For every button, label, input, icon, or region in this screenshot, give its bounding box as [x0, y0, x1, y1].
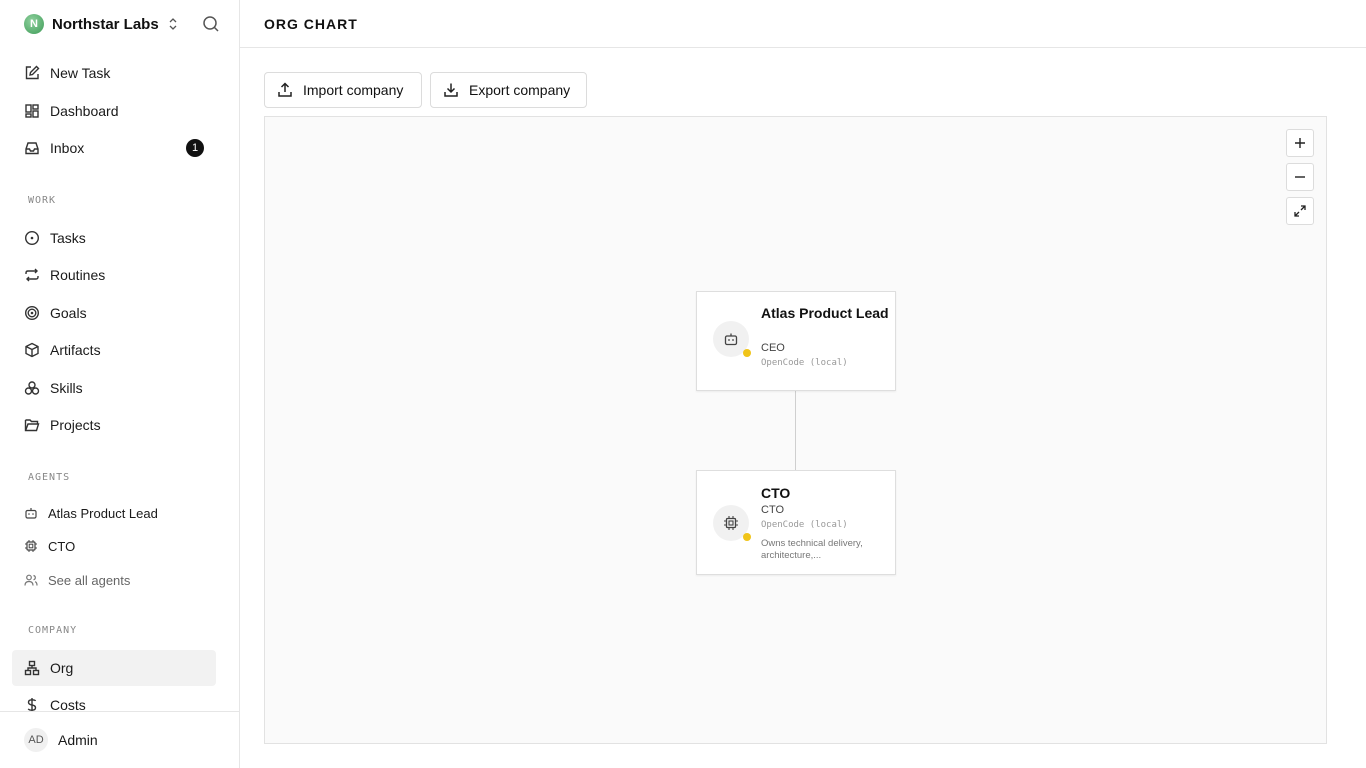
section-label-agents: AGENTS: [28, 472, 71, 483]
repeat-icon: [24, 267, 40, 283]
nav-label: Dashboard: [50, 103, 119, 119]
org-node-cto[interactable]: CTO CTO OpenCode (local) Owns technical …: [696, 470, 896, 575]
circle-dot-icon: [24, 230, 40, 246]
edit-icon: [24, 65, 40, 81]
nav-label: Routines: [50, 267, 106, 283]
nav-artifacts[interactable]: Artifacts: [12, 332, 216, 368]
chevron-up-down-icon: [169, 18, 177, 30]
nav-label: Tasks: [50, 230, 86, 246]
target-icon: [24, 305, 40, 321]
node-role: CEO: [761, 342, 785, 354]
import-company-label: Import company: [303, 82, 404, 98]
inbox-icon: [24, 140, 40, 156]
nav-label: Projects: [50, 417, 101, 433]
agent-avatar: [713, 505, 751, 541]
nav-label: Org: [50, 660, 74, 676]
company-name: Northstar Labs: [52, 15, 159, 33]
inbox-count-badge: 1: [186, 139, 204, 157]
user-menu[interactable]: AD Admin: [0, 711, 239, 768]
agent-atlas-product-lead[interactable]: Atlas Product Lead: [12, 498, 216, 528]
expand-icon: [1294, 205, 1306, 217]
status-dot: [743, 533, 751, 541]
plus-icon: [1295, 138, 1305, 148]
org-node-atlas-product-lead[interactable]: Atlas Product Lead CEO OpenCode (local): [696, 291, 896, 391]
nav-skills[interactable]: Skills: [12, 370, 216, 406]
upload-icon: [278, 82, 292, 97]
dashboard-icon: [24, 103, 40, 119]
nav-tasks[interactable]: Tasks: [12, 220, 216, 256]
node-adapter: OpenCode (local): [761, 520, 848, 530]
org-chart-canvas[interactable]: Atlas Product Lead CEO OpenCode (local) …: [264, 116, 1327, 744]
nav-label: Goals: [50, 305, 87, 321]
export-company-button[interactable]: Export company: [430, 72, 587, 108]
page-title: ORG CHART: [264, 16, 358, 32]
node-name: Atlas Product Lead: [761, 305, 889, 321]
top-bar: ORG CHART: [240, 0, 1366, 48]
box-icon: [24, 342, 40, 358]
nav-dashboard[interactable]: Dashboard: [12, 93, 216, 129]
org-chart-icon: [24, 660, 40, 676]
see-all-agents-link[interactable]: See all agents: [12, 565, 216, 595]
minus-icon: [1295, 176, 1305, 178]
node-role: CTO: [761, 504, 785, 516]
avatar: AD: [24, 728, 48, 752]
cpu-icon: [724, 516, 738, 530]
zoom-in-button[interactable]: [1286, 129, 1314, 157]
nav-inbox[interactable]: Inbox 1: [12, 130, 216, 166]
export-company-label: Export company: [469, 82, 571, 98]
agent-label: Atlas Product Lead: [48, 505, 158, 521]
cpu-icon: [24, 539, 38, 553]
agent-label: See all agents: [48, 572, 131, 588]
bot-icon: [724, 333, 738, 346]
user-name: Admin: [58, 732, 98, 748]
nav-new-task[interactable]: New Task: [12, 55, 216, 91]
nav-label: Artifacts: [50, 342, 101, 358]
download-icon: [444, 83, 458, 97]
nav-label: New Task: [50, 65, 111, 81]
agent-avatar: [713, 321, 751, 357]
fit-view-button[interactable]: [1286, 197, 1314, 225]
nav-label: Inbox: [50, 140, 85, 156]
sidebar: N Northstar Labs New Task Dashboard Inbo…: [0, 0, 240, 768]
import-company-button[interactable]: Import company: [264, 72, 422, 108]
nav-org[interactable]: Org: [12, 650, 216, 686]
org-connector-line: [795, 390, 796, 470]
nav-routines[interactable]: Routines: [12, 257, 216, 293]
section-label-work: WORK: [28, 195, 57, 206]
status-dot: [743, 349, 751, 357]
company-switcher[interactable]: N Northstar Labs: [24, 12, 179, 36]
node-adapter: OpenCode (local): [761, 358, 848, 368]
nav-label: Skills: [50, 380, 83, 396]
zoom-out-button[interactable]: [1286, 163, 1314, 191]
users-icon: [24, 573, 38, 587]
folder-icon: [24, 417, 40, 433]
node-description: Owns technical delivery, architecture,..…: [761, 538, 863, 561]
agent-cto[interactable]: CTO: [12, 531, 216, 561]
skills-icon: [24, 380, 40, 396]
node-name: CTO: [761, 485, 791, 501]
nav-projects[interactable]: Projects: [12, 407, 216, 443]
company-logo: N: [24, 14, 44, 34]
nav-goals[interactable]: Goals: [12, 295, 216, 331]
section-label-company: COMPANY: [28, 625, 78, 636]
search-icon[interactable]: [202, 15, 220, 33]
bot-icon: [24, 506, 38, 520]
agent-label: CTO: [48, 538, 76, 554]
